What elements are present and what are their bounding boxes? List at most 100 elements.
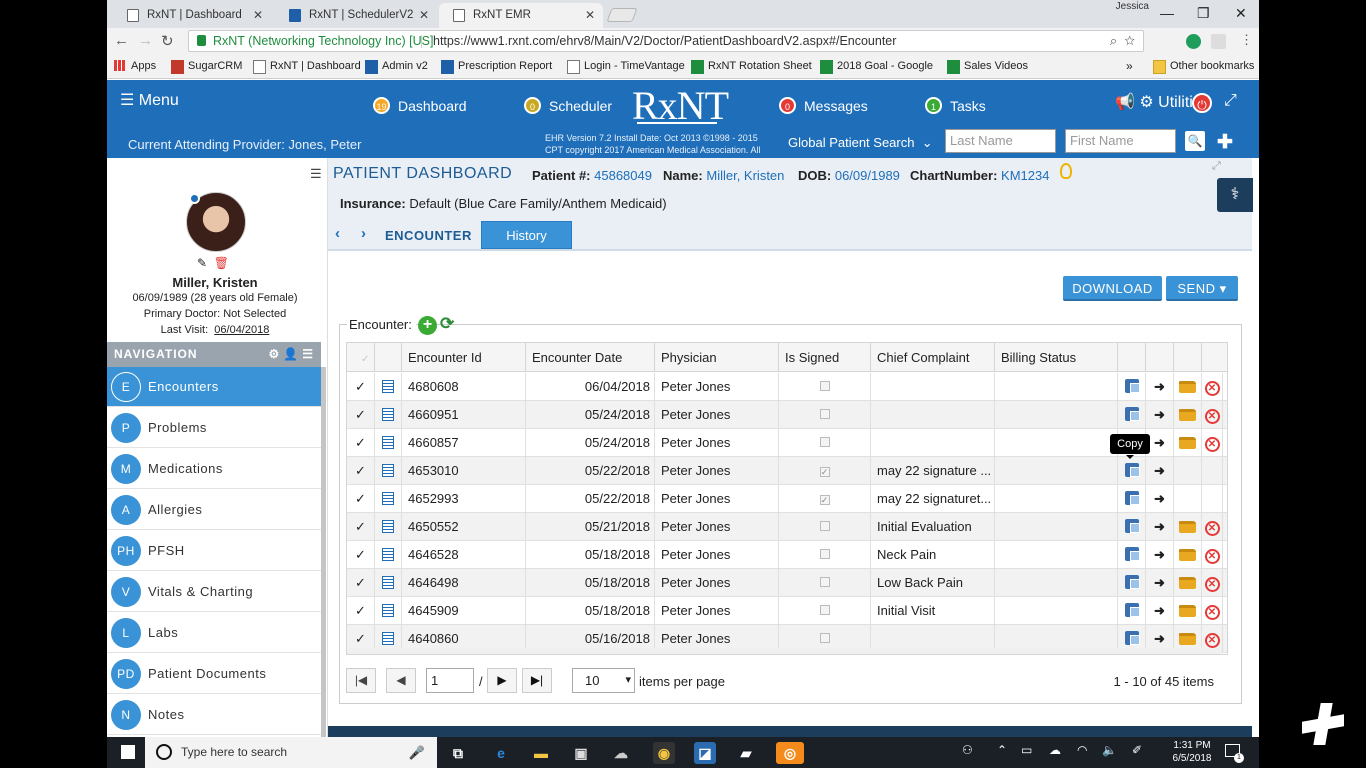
note-icon[interactable] [375,513,402,540]
file-explorer-icon[interactable]: ▬ [530,742,552,764]
bookmark-prescription-report[interactable]: Prescription Report [441,60,552,74]
task-view-icon[interactable]: ⧉ [447,742,469,764]
chevron-right-icon[interactable]: › [361,225,366,242]
pen-icon[interactable]: ✐ [1132,743,1142,757]
copy-icon[interactable] [1118,457,1146,484]
power-icon[interactable]: ⏻ [1192,93,1212,113]
tab-history[interactable]: History [481,221,572,249]
copy-icon[interactable] [1118,541,1146,568]
fullscreen-icon[interactable]: ⤢ [1224,92,1237,110]
bookmark-sugarcrm[interactable]: SugarCRM [171,60,242,74]
prev-page-button[interactable]: ◀ [386,668,416,693]
select-all-checkbox[interactable]: ✓ [347,343,375,372]
row-checkbox[interactable]: ✓ [347,485,375,512]
expand-icon[interactable]: ⤢ [1212,160,1221,173]
bookmark-admin-v2[interactable]: Admin v2 [365,60,428,74]
row-checkbox[interactable]: ✓ [347,457,375,484]
forward-arrow-icon[interactable]: ➜ [1146,429,1174,456]
encounter-id[interactable]: 4652993 [402,485,526,512]
restore-icon[interactable]: ❐ [1197,5,1210,22]
forward-arrow-icon[interactable]: ➜ [1146,485,1174,512]
browser-tab-dashboard[interactable]: RxNT | Dashboard ✕ [113,3,271,28]
nav-tasks[interactable]: 1 Tasks [925,97,986,114]
edit-icon[interactable]: ✎ [197,256,207,270]
encounter-id[interactable]: 4650552 [402,513,526,540]
system-clock[interactable]: 1:31 PM 6/5/2018 [1167,739,1217,765]
wifi-icon[interactable]: ◠ [1077,743,1087,757]
taskbar-search[interactable]: Type here to search 🎤 [145,737,437,768]
last-visit-link[interactable]: 06/04/2018 [214,324,269,336]
user-icon[interactable]: 👤 [283,347,302,361]
per-page-select[interactable]: 10 [572,668,635,693]
grammarly-icon[interactable] [1186,34,1201,49]
copy-icon[interactable] [1118,373,1146,400]
more-icon[interactable]: ⋮ [1240,32,1253,48]
volume-icon[interactable]: 🔈 [1102,743,1117,757]
first-name-input[interactable]: First Name [1065,129,1176,153]
table-row[interactable]: ✓ 4645909 05/18/2018 Peter Jones Initial Vis… [347,597,1227,625]
copy-icon[interactable] [1118,401,1146,428]
delete-icon[interactable]: ✕ [1202,541,1223,568]
grid-horizontal-scrollbar[interactable] [347,648,1222,654]
nav-item-vitals[interactable]: V Vitals & Charting [107,572,321,612]
nav-item-encounters[interactable]: E Encounters [107,367,321,407]
close-icon[interactable]: ✕ [585,3,595,28]
forward-arrow-icon[interactable]: ➜ [1146,569,1174,596]
browser-tab-emr[interactable]: RxNT EMR ✕ [439,3,603,28]
browser-tab-scheduler[interactable]: RxNT | SchedulerV2 ✕ [275,3,437,28]
encounter-id[interactable]: 4660951 [402,401,526,428]
note-icon[interactable] [375,373,402,400]
encounter-id[interactable]: 4653010 [402,457,526,484]
bookmark-2018-goal[interactable]: 2018 Goal - Google [820,60,933,74]
delete-icon[interactable]: ✕ [1202,597,1223,624]
delete-icon[interactable]: ✕ [1202,429,1223,456]
encounter-id[interactable]: 4646528 [402,541,526,568]
encounter-id[interactable]: 4645909 [402,597,526,624]
back-icon[interactable]: ← [114,32,129,49]
delete-icon[interactable]: ✕ [1202,401,1223,428]
gear-icon[interactable]: ⚙ [269,347,284,361]
bookmark-rotation-sheet[interactable]: RxNT Rotation Sheet [691,60,812,74]
last-page-button[interactable]: ▶| [522,668,552,693]
new-tab-button[interactable] [606,8,638,22]
bookmark-timevantage[interactable]: Login - TimeVantage [567,60,685,74]
note-icon[interactable] [375,569,402,596]
megaphone-icon[interactable]: 📢 [1115,94,1135,111]
profile-name[interactable]: Jessica [1116,1,1149,12]
folder-icon[interactable] [1174,541,1202,568]
copy-icon[interactable] [1118,597,1146,624]
nav-item-allergies[interactable]: A Allergies [107,490,321,530]
note-icon[interactable] [375,597,402,624]
tab-encounter[interactable]: ENCOUNTER [385,228,472,243]
col-chief-complaint[interactable]: Chief Complaint [871,343,995,372]
row-checkbox[interactable]: ✓ [347,401,375,428]
add-encounter-icon[interactable]: + [418,316,437,335]
send-button[interactable]: SEND ▾ [1166,276,1238,301]
site-identity[interactable]: RxNT (Networking Technology Inc) [US] [213,31,433,51]
folder-icon[interactable] [1174,597,1202,624]
chrome-icon[interactable]: ◉ [653,742,675,764]
encounter-id[interactable]: 4660857 [402,429,526,456]
bookmark-apps[interactable]: Apps [114,60,156,72]
nav-item-pfsh[interactable]: PH PFSH [107,531,321,571]
close-icon[interactable]: ✕ [253,3,263,28]
sticky-notes-icon[interactable]: ▰ [735,742,757,764]
list-icon[interactable]: ☰ [302,347,317,361]
close-icon[interactable]: ✕ [419,3,429,28]
row-checkbox[interactable]: ✓ [347,429,375,456]
nav-item-patient-documents[interactable]: PD Patient Documents [107,654,321,694]
encounter-id[interactable]: 4680608 [402,373,526,400]
col-encounter-date[interactable]: Encounter Date [526,343,655,372]
forward-icon[interactable]: → [138,32,153,49]
url-text[interactable]: https://www1.rxnt.com/ehrv8/Main/V2/Doct… [433,31,896,51]
last-name-input[interactable]: Last Name [945,129,1056,153]
address-bar[interactable]: RxNT (Networking Technology Inc) [US] ht… [188,30,1144,52]
forward-arrow-icon[interactable]: ➜ [1146,401,1174,428]
nav-item-problems[interactable]: P Problems [107,408,321,448]
col-billing-status[interactable]: Billing Status [995,343,1118,372]
bookmarks-overflow[interactable]: » [1126,59,1133,73]
extension-icon[interactable] [1211,34,1226,49]
bookmark-rxnt-dashboard[interactable]: RxNT | Dashboard [253,60,361,74]
row-checkbox[interactable]: ✓ [347,541,375,568]
bookmark-sales-videos[interactable]: Sales Videos [947,60,1028,74]
